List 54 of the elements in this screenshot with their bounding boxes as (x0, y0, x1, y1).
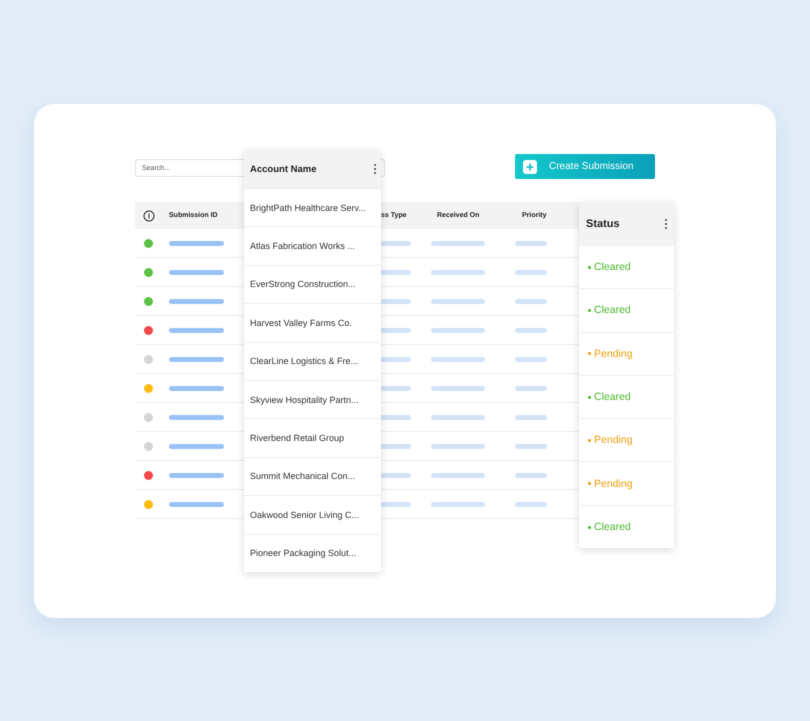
placeholder-bar (431, 270, 485, 274)
placeholder-bar (169, 444, 224, 448)
placeholder-bar (431, 414, 485, 420)
account-name: Skyview Hospitality Partn... (250, 394, 359, 405)
account-name: Summit Mechanical Con... (250, 471, 356, 482)
placeholder-bar (169, 328, 224, 332)
placeholder-bar (431, 356, 485, 362)
placeholder-bar (169, 240, 224, 246)
status-text: Pending (588, 434, 633, 446)
info-icon (143, 210, 155, 222)
placeholder-bar (169, 298, 224, 304)
placeholder-bar (169, 502, 224, 506)
placeholder-bar (169, 414, 224, 420)
placeholder-bar (515, 356, 547, 362)
account-name: EverStrong Construction... (250, 279, 356, 290)
placeholder-bar (515, 472, 547, 478)
placeholder-bar (515, 414, 547, 420)
placeholder-bar (431, 444, 485, 448)
placeholder-bar (169, 386, 224, 390)
placeholder-bar (515, 240, 547, 246)
placeholder-bar (431, 386, 485, 390)
account-name: Pioneer Packaging Solut... (250, 548, 356, 558)
account-name: Atlas Fabrication Works ... (250, 241, 355, 252)
placeholder-bar (431, 472, 485, 478)
placeholder-bar (515, 444, 547, 448)
placeholder-bar (431, 240, 485, 246)
account-name: Riverbend Retail Group (250, 433, 344, 444)
status-text: Cleared (588, 261, 631, 274)
status-text: Pending (588, 348, 633, 360)
placeholder-bar (431, 298, 485, 304)
placeholder-bar (515, 270, 547, 274)
placeholder-bar (431, 328, 485, 332)
account-name: Oakwood Senior Living C... (250, 510, 360, 520)
panel-title: Status (586, 218, 620, 230)
placeholder-bar (169, 270, 224, 274)
placeholder-bar (515, 298, 547, 304)
status-text: Cleared (588, 304, 631, 316)
panel-title: Account Name (250, 164, 317, 174)
account-name: Harvest Valley Farms Co. (250, 318, 352, 328)
status-text: Cleared (588, 391, 631, 404)
plus-icon (523, 160, 537, 174)
account-name: ClearLine Logistics & Fre... (250, 356, 358, 366)
status-text: Cleared (588, 520, 631, 533)
more-icon[interactable] (664, 218, 668, 230)
create-submission-button[interactable]: Create Submission (515, 154, 655, 179)
account-name: BrightPath Healthcare Serv... (250, 202, 366, 213)
status-text: Pending (588, 478, 633, 490)
placeholder-bar (169, 472, 224, 478)
placeholder-bar (515, 386, 547, 390)
placeholder-bar (431, 502, 485, 506)
more-icon[interactable] (373, 163, 377, 175)
placeholder-bar (169, 356, 224, 362)
placeholder-bar (515, 502, 547, 506)
placeholder-bar (515, 328, 547, 332)
